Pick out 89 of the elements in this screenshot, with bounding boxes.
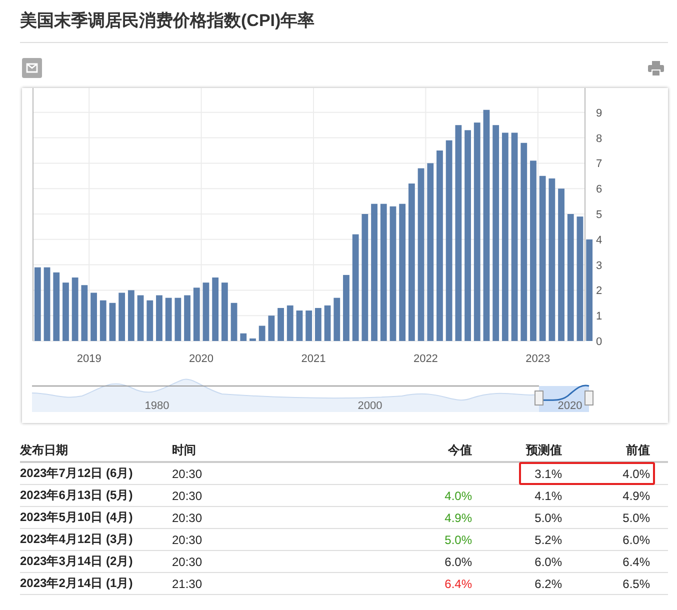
date-cell-text: 2023年5月10日 (4月) — [20, 509, 134, 526]
bar — [72, 278, 78, 341]
bar — [230, 302, 238, 341]
bar — [118, 292, 126, 341]
bar — [286, 305, 294, 341]
forecast-cell-text: 6.0% — [534, 554, 562, 568]
forecast-cell-text: 6.2% — [534, 576, 562, 590]
bar — [184, 295, 190, 341]
bar — [90, 292, 97, 341]
mail-icon[interactable] — [22, 58, 42, 78]
bar — [324, 305, 331, 341]
bar — [109, 302, 116, 341]
date-cell-text: 2023年2月14日 (1月) — [20, 575, 134, 592]
bar — [278, 308, 284, 341]
bar — [146, 300, 154, 341]
bar — [62, 282, 69, 341]
y-axis-label: 7 — [596, 158, 602, 170]
bar — [165, 298, 172, 341]
previous-cell-text: 6.5% — [622, 576, 650, 590]
bar — [156, 295, 162, 341]
time-cell-text: 20:30 — [172, 466, 204, 480]
time-cell-text: 21:30 — [172, 576, 204, 590]
bar — [81, 285, 88, 341]
forecast-cell-text: 5.0% — [534, 510, 562, 524]
navigator-year-label: 1980 — [144, 400, 170, 412]
forecast-cell-text: 5.2% — [534, 532, 562, 546]
bar — [314, 308, 322, 341]
bar — [53, 272, 60, 341]
navigator-year-label: 2020 — [558, 400, 582, 412]
forecast-cell-text: 3.1% — [534, 466, 562, 480]
y-axis-label: 2 — [596, 285, 602, 298]
actual-value: 6.4% — [444, 576, 472, 590]
time-cell-text: 20:30 — [172, 532, 204, 546]
previous-cell-text: 4.0% — [622, 466, 650, 480]
y-axis-label: 9 — [596, 107, 602, 120]
bar — [212, 278, 219, 341]
y-axis-label: 4 — [596, 234, 602, 246]
actual-value: 4.9% — [444, 510, 472, 524]
actual-value: 4.0% — [444, 488, 472, 502]
bar — [174, 298, 182, 341]
forecast-cell-text: 4.1% — [534, 488, 562, 502]
bar — [343, 274, 350, 341]
x-axis-label: 2021 — [301, 353, 326, 365]
y-axis-label: 1 — [596, 310, 602, 323]
range-handle[interactable] — [584, 390, 594, 406]
y-axis-label: 5 — [596, 209, 602, 221]
bar — [221, 282, 228, 341]
bar — [296, 310, 303, 341]
previous-cell-text: 6.4% — [622, 554, 650, 568]
range-handle[interactable] — [534, 390, 544, 406]
y-axis-label: 3 — [596, 260, 602, 272]
navigator-year-label: 2000 — [358, 400, 382, 412]
bar — [128, 290, 134, 341]
x-axis-label: 2020 — [189, 353, 214, 365]
date-cell-text: 2023年6月13日 (5月) — [20, 487, 134, 504]
time-cell-text: 20:30 — [172, 488, 204, 502]
time-cell-text: 20:30 — [172, 554, 204, 568]
bar — [240, 333, 247, 341]
column-header: 发布日期 — [20, 442, 69, 458]
y-axis-label: 0 — [596, 336, 602, 348]
bar — [137, 295, 144, 341]
x-axis-label: 2022 — [413, 353, 438, 365]
bar — [100, 300, 106, 341]
y-axis-label: 8 — [596, 132, 602, 145]
date-cell-text: 2023年4月12日 (3月) — [20, 531, 134, 548]
previous-cell-text: 6.0% — [622, 532, 650, 546]
actual-value: 6.0% — [444, 554, 472, 568]
previous-cell-text: 5.0% — [622, 510, 650, 524]
previous-cell-text: 4.9% — [622, 488, 650, 502]
y-axis-label: 6 — [596, 184, 602, 196]
bar — [306, 310, 312, 341]
page-title: 美国末季调居民消费价格指数(CPI)年率 — [20, 0, 668, 43]
time-cell-text: 20:30 — [172, 510, 204, 524]
column-header: 前值 — [625, 442, 650, 458]
bar — [268, 316, 275, 341]
x-axis-label: 2019 — [76, 353, 102, 365]
bar — [334, 298, 340, 341]
column-header: 预测值 — [524, 442, 562, 458]
x-axis-label: 2023 — [526, 353, 550, 365]
column-header: 今值 — [447, 442, 472, 458]
print-icon[interactable] — [648, 60, 664, 76]
bar — [250, 338, 256, 341]
bar — [202, 282, 210, 341]
date-cell-text: 2023年7月12日 (6月) — [20, 465, 134, 482]
bar — [193, 288, 200, 341]
date-cell-text: 2023年3月14日 (2月) — [20, 553, 134, 570]
bar — [258, 326, 266, 341]
actual-value: 5.0% — [444, 532, 472, 546]
column-header: 时间 — [172, 442, 197, 458]
